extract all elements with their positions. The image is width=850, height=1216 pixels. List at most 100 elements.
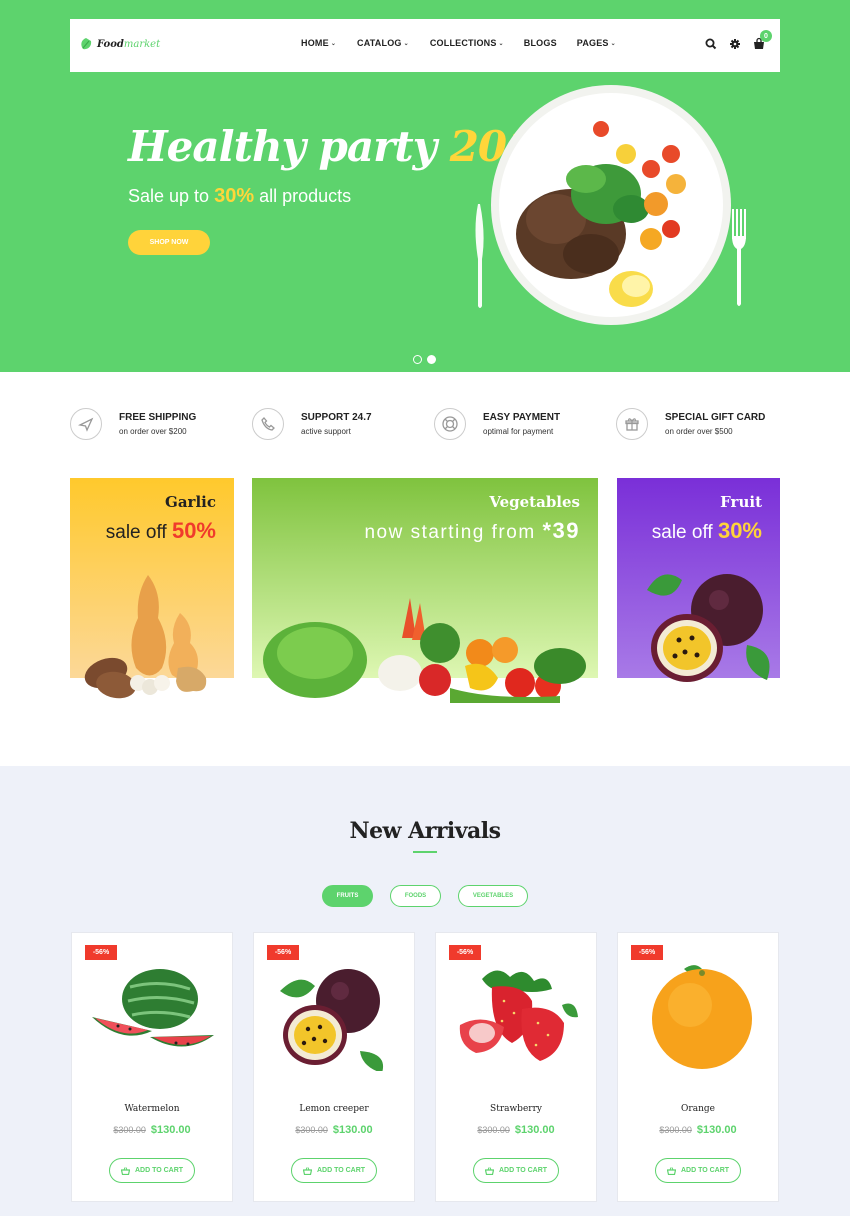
shop-now-button[interactable]: SHOP NOW bbox=[128, 230, 210, 255]
old-price: $300.00 bbox=[113, 1125, 146, 1135]
feature-support: SUPPORT 24.7 active support bbox=[252, 408, 372, 440]
feature-gift-card: SPECIAL GIFT CARD on order over $500 bbox=[616, 408, 765, 440]
banner-text: now starting from *39 bbox=[364, 518, 580, 543]
title-underline bbox=[413, 851, 437, 853]
phone-icon bbox=[252, 408, 284, 440]
product-price: $300.00 $130.00 bbox=[254, 1124, 414, 1136]
sale-price: $130.00 bbox=[150, 1124, 191, 1136]
banner-title: Garlic bbox=[165, 493, 216, 511]
product-name[interactable]: Lemon creeper bbox=[254, 1104, 414, 1114]
tab-vegetables[interactable]: VEGETABLES bbox=[458, 885, 528, 907]
header-tools: 0 bbox=[704, 30, 772, 51]
hero-banner: Foodmarket HOME ⌄ CATALOG ⌄ COLLECTIONS ⌄ B… bbox=[0, 0, 850, 372]
basket-icon bbox=[666, 1166, 676, 1175]
category-tabs: FRUITS FOODS VEGETABLES bbox=[322, 885, 528, 907]
feature-subtitle: active support bbox=[301, 427, 351, 436]
old-price: $300.00 bbox=[295, 1125, 328, 1135]
old-price: $300.00 bbox=[477, 1125, 510, 1135]
hero-plate-illustration bbox=[475, 85, 746, 325]
cart-icon[interactable]: 0 bbox=[752, 30, 772, 51]
basket-icon bbox=[302, 1166, 312, 1175]
vegetables-image bbox=[263, 598, 586, 703]
chevron-down-icon: ⌄ bbox=[330, 40, 337, 47]
feature-free-shipping: FREE SHIPPING on order over $200 bbox=[70, 408, 196, 440]
basket-icon bbox=[120, 1166, 130, 1175]
old-price: $300.00 bbox=[659, 1125, 692, 1135]
strawberry-image bbox=[459, 970, 578, 1061]
slider-dot-1[interactable] bbox=[413, 355, 422, 364]
feature-easy-payment: EASY PAYMENT optimal for payment bbox=[434, 408, 560, 440]
gear-icon[interactable] bbox=[728, 37, 742, 51]
passion-fruit-image bbox=[280, 969, 383, 1071]
hero-subtitle-pct: 30% bbox=[214, 185, 255, 207]
menu-item-catalog[interactable]: CATALOG ⌄ bbox=[357, 38, 409, 48]
menu-item-collections[interactable]: COLLECTIONS ⌄ bbox=[430, 38, 504, 48]
main-menu: HOME ⌄ CATALOG ⌄ COLLECTIONS ⌄ BLOGS PAGES ⌄ bbox=[301, 38, 616, 48]
feature-title: SPECIAL GIFT CARD bbox=[665, 412, 766, 423]
chevron-down-icon: ⌄ bbox=[403, 40, 409, 47]
top-navbar: Foodmarket HOME ⌄ CATALOG ⌄ COLLECTIONS ⌄ B… bbox=[70, 19, 780, 72]
product-card[interactable]: -56% Watermelon $300.00 $130.00 ADD TO CA… bbox=[71, 932, 233, 1202]
menu-item-home[interactable]: HOME ⌄ bbox=[301, 38, 336, 48]
feature-subtitle: on order over $500 bbox=[665, 427, 733, 436]
banner-highlight: 50% bbox=[171, 518, 216, 543]
menu-item-blogs[interactable]: BLOGS bbox=[524, 38, 557, 48]
discount-badge: -56% bbox=[631, 945, 663, 960]
new-arrivals-section: New Arrivals FRUITS FOODS VEGETABLES -56… bbox=[0, 766, 850, 1216]
product-card[interactable]: -56% Lemon creeper $300.00 $130.00 ADD TO… bbox=[253, 932, 415, 1202]
search-icon[interactable] bbox=[704, 37, 718, 51]
basket-icon bbox=[484, 1166, 494, 1175]
slider-dots bbox=[413, 355, 436, 364]
product-name[interactable]: Orange bbox=[618, 1104, 778, 1114]
feature-subtitle: on order over $200 bbox=[119, 427, 187, 436]
discount-badge: -56% bbox=[449, 945, 481, 960]
tab-fruits[interactable]: FRUITS bbox=[322, 885, 373, 907]
banner-title: Fruit bbox=[720, 493, 762, 511]
section-title: New Arrivals bbox=[349, 818, 501, 844]
feature-title: SUPPORT 24.7 bbox=[301, 412, 372, 423]
logo-text-light: market bbox=[123, 38, 161, 50]
promo-banner-fruit[interactable]: Fruit sale off 30% bbox=[617, 478, 780, 682]
leaf-logo-icon bbox=[81, 38, 92, 50]
product-price: $300.00 $130.00 bbox=[618, 1124, 778, 1136]
product-price: $300.00 $130.00 bbox=[72, 1124, 232, 1136]
product-price: $300.00 $130.00 bbox=[436, 1124, 596, 1136]
add-to-cart-button[interactable]: ADD TO CART bbox=[655, 1158, 741, 1183]
logo-text-bold: Food bbox=[97, 38, 124, 50]
watermelon-image bbox=[92, 969, 214, 1047]
product-name[interactable]: Strawberry bbox=[436, 1104, 596, 1114]
add-to-cart-button[interactable]: ADD TO CART bbox=[291, 1158, 377, 1183]
orange-image bbox=[652, 965, 752, 1069]
garlic-vegetables-image bbox=[84, 575, 207, 699]
feature-subtitle: optimal for payment bbox=[483, 427, 554, 436]
airplane-icon bbox=[70, 408, 102, 440]
hero-subtitle: Sale up to 30% all products bbox=[128, 185, 352, 207]
logo[interactable]: Foodmarket bbox=[79, 37, 160, 51]
promo-banner-vegetables[interactable]: Vegetables now starting from *39 bbox=[252, 478, 598, 703]
discount-badge: -56% bbox=[85, 945, 117, 960]
sale-price: $130.00 bbox=[332, 1124, 373, 1136]
discount-badge: -56% bbox=[267, 945, 299, 960]
banner-text: sale off 30% bbox=[651, 518, 762, 543]
menu-item-pages[interactable]: PAGES ⌄ bbox=[577, 38, 616, 48]
promo-banner-garlic[interactable]: Garlic sale off 50% bbox=[70, 478, 234, 699]
sale-price: $130.00 bbox=[696, 1124, 737, 1136]
slider-dot-2[interactable] bbox=[427, 355, 436, 364]
add-to-cart-button[interactable]: ADD TO CART bbox=[109, 1158, 195, 1183]
lifebuoy-icon bbox=[434, 408, 466, 440]
banner-highlight: *39 bbox=[542, 518, 580, 543]
add-to-cart-button[interactable]: ADD TO CART bbox=[473, 1158, 559, 1183]
gift-icon bbox=[616, 408, 648, 440]
feature-title: EASY PAYMENT bbox=[483, 412, 561, 423]
product-name[interactable]: Watermelon bbox=[72, 1104, 232, 1114]
banner-highlight: 30% bbox=[717, 518, 762, 543]
banner-text: sale off 50% bbox=[105, 518, 216, 543]
tab-foods[interactable]: FOODS bbox=[390, 885, 441, 907]
banner-title: Vegetables bbox=[489, 493, 580, 511]
product-card[interactable]: -56% Orange $300.00 $130.00 ADD TO CART bbox=[617, 932, 779, 1202]
chevron-down-icon: ⌄ bbox=[610, 40, 616, 47]
passion-fruit-image bbox=[647, 574, 770, 682]
chevron-down-icon: ⌄ bbox=[498, 40, 504, 47]
features-strip: FREE SHIPPING on order over $200 SUPPORT … bbox=[70, 408, 780, 444]
product-card[interactable]: -56% Strawberry $300.00 $130.00 ADD TO CA… bbox=[435, 932, 597, 1202]
